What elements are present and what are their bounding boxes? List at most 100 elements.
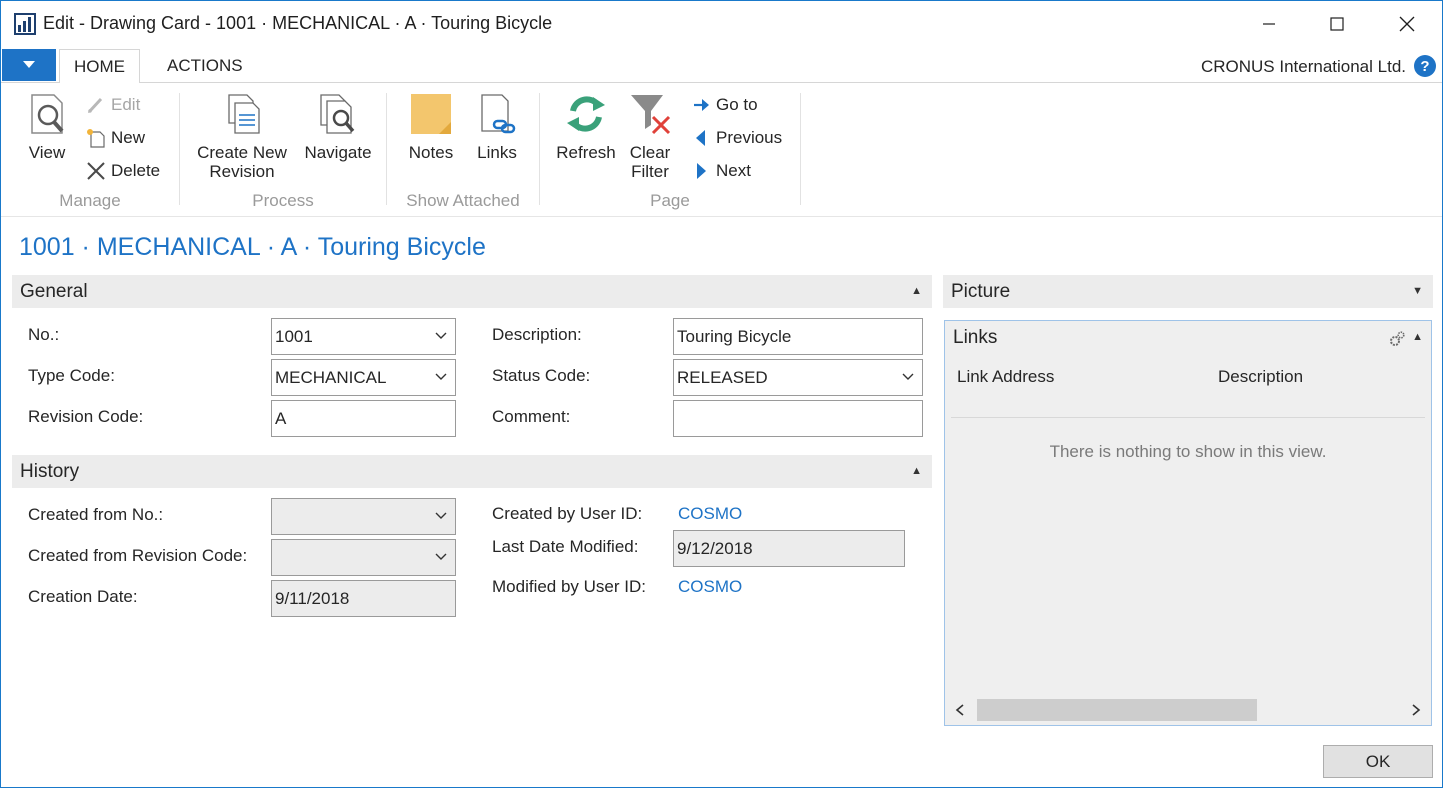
- chevron-down-icon[interactable]: [902, 372, 914, 382]
- created-by-label: Created by User ID:: [492, 504, 643, 523]
- last-date-modified-label: Last Date Modified:: [492, 537, 639, 556]
- links-button[interactable]: Links: [473, 91, 521, 162]
- modified-by-user-link[interactable]: COSMO: [678, 577, 742, 597]
- refresh-button[interactable]: Refresh: [554, 91, 618, 162]
- navigate-label: Navigate: [304, 143, 372, 162]
- fasttab-general-header[interactable]: General ▲: [12, 275, 932, 308]
- modified-by-label: Modified by User ID:: [492, 577, 646, 596]
- status-code-select[interactable]: RELEASED: [673, 359, 923, 396]
- minimize-icon: [1263, 23, 1275, 25]
- creation-date-value: 9/11/2018: [275, 589, 350, 608]
- triangle-right-icon: [697, 163, 706, 179]
- create-new-revision-label-1: Create New: [197, 143, 287, 162]
- description-value: Touring Bicycle: [677, 327, 792, 346]
- notes-button[interactable]: Notes: [405, 91, 457, 162]
- triangle-left-icon: [696, 130, 705, 146]
- ribbon-group-page: Refresh Clear Filter Go to Previous Next…: [540, 83, 800, 217]
- previous-button[interactable]: Previous: [690, 125, 782, 151]
- comment-field[interactable]: [673, 400, 923, 437]
- delete-label: Delete: [111, 161, 161, 180]
- type-code-field[interactable]: MECHANICAL: [271, 359, 456, 396]
- new-label: New: [111, 128, 146, 147]
- no-field[interactable]: 1001: [271, 318, 456, 355]
- clear-filter-button[interactable]: Clear Filter: [624, 91, 676, 181]
- scroll-right-icon[interactable]: [1411, 704, 1421, 716]
- view-magnifier-icon: [31, 94, 64, 134]
- create-new-revision-button[interactable]: Create New Revision: [194, 91, 290, 181]
- factbox-links: Links ▲ Link Address Description There i…: [944, 320, 1432, 726]
- edit-label: Edit: [111, 95, 141, 114]
- chevron-down-icon[interactable]: [435, 511, 447, 521]
- revision-code-field[interactable]: A: [271, 400, 456, 437]
- status-code-label: Status Code:: [492, 366, 591, 385]
- new-document-icon: [87, 129, 105, 148]
- previous-label: Previous: [716, 128, 783, 147]
- arrow-right-icon: [694, 99, 709, 111]
- creation-date-label: Creation Date:: [28, 587, 138, 606]
- column-header-description[interactable]: Description: [1218, 367, 1303, 387]
- edit-button[interactable]: Edit: [85, 92, 140, 118]
- navigate-button[interactable]: Navigate: [300, 91, 376, 162]
- horizontal-scrollbar[interactable]: [945, 695, 1431, 725]
- ok-button[interactable]: OK: [1323, 745, 1433, 778]
- application-menu-button[interactable]: [2, 49, 56, 81]
- fasttab-general-title: General: [20, 281, 88, 302]
- factbox-picture-header[interactable]: Picture ▼: [943, 275, 1433, 308]
- clear-filter-icon: [631, 95, 671, 135]
- description-label: Description:: [492, 325, 582, 344]
- created-by-user-link[interactable]: COSMO: [678, 504, 742, 524]
- column-header-link-address[interactable]: Link Address: [957, 367, 1054, 387]
- scrollbar-thumb[interactable]: [977, 699, 1257, 721]
- gears-icon[interactable]: [1389, 331, 1405, 347]
- new-button[interactable]: New: [85, 125, 145, 151]
- refresh-icon: [567, 96, 605, 132]
- last-date-modified-value: 9/12/2018: [677, 539, 753, 558]
- tab-actions[interactable]: ACTIONS: [153, 49, 257, 83]
- go-to-button[interactable]: Go to: [690, 92, 758, 118]
- type-code-label: Type Code:: [28, 366, 115, 385]
- no-value: 1001: [275, 327, 313, 346]
- delete-button[interactable]: Delete: [85, 158, 160, 184]
- next-label: Next: [716, 161, 751, 180]
- dynamics-nav-app-icon: [14, 13, 36, 35]
- pencil-icon: [87, 97, 103, 114]
- go-to-label: Go to: [716, 95, 758, 114]
- help-icon[interactable]: ?: [1413, 54, 1437, 78]
- chevron-down-icon[interactable]: [435, 331, 447, 341]
- chevron-down-icon[interactable]: [435, 372, 447, 382]
- created-from-revision-field[interactable]: [271, 539, 456, 576]
- comment-label: Comment:: [492, 407, 571, 426]
- view-label: View: [28, 143, 66, 162]
- minimize-button[interactable]: [1237, 1, 1301, 47]
- sticky-note-icon: [411, 94, 451, 134]
- close-icon: [1399, 16, 1415, 32]
- dropdown-triangle-icon: [23, 61, 35, 68]
- ribbon-group-show-attached: Notes Links Show Attached: [387, 83, 539, 217]
- scroll-left-icon[interactable]: [955, 704, 965, 716]
- svg-text:?: ?: [1420, 58, 1429, 75]
- window-title: Edit - Drawing Card - 1001 · MECHANICAL …: [43, 13, 553, 33]
- maximize-button[interactable]: [1305, 1, 1369, 47]
- factbox-links-title: Links: [953, 327, 998, 348]
- revision-code-value: A: [275, 409, 287, 428]
- factbox-picture-title: Picture: [951, 281, 1011, 302]
- created-from-no-label: Created from No.:: [28, 505, 164, 524]
- navigate-search-icon: [320, 94, 355, 134]
- page-title: 1001 · MECHANICAL · A · Touring Bicycle: [19, 233, 486, 261]
- create-new-revision-label-2: Revision: [209, 162, 275, 181]
- type-code-value: MECHANICAL: [275, 368, 387, 387]
- view-button[interactable]: View: [21, 91, 73, 162]
- fasttab-history-header[interactable]: History ▲: [12, 455, 932, 488]
- refresh-label: Refresh: [556, 143, 616, 162]
- description-field[interactable]: Touring Bicycle: [673, 318, 923, 355]
- next-button[interactable]: Next: [690, 158, 751, 184]
- close-window-button[interactable]: [1375, 1, 1439, 47]
- fasttab-history-title: History: [20, 461, 80, 482]
- tab-home[interactable]: HOME: [59, 49, 140, 84]
- ribbon: View Edit New Delete Manage Create New R…: [1, 83, 1442, 217]
- chevron-down-icon[interactable]: [435, 552, 447, 562]
- group-label-process: Process: [252, 191, 314, 210]
- created-from-no-field[interactable]: [271, 498, 456, 535]
- header-divider: [951, 417, 1425, 418]
- collapse-caret-icon[interactable]: ▲: [1412, 331, 1423, 343]
